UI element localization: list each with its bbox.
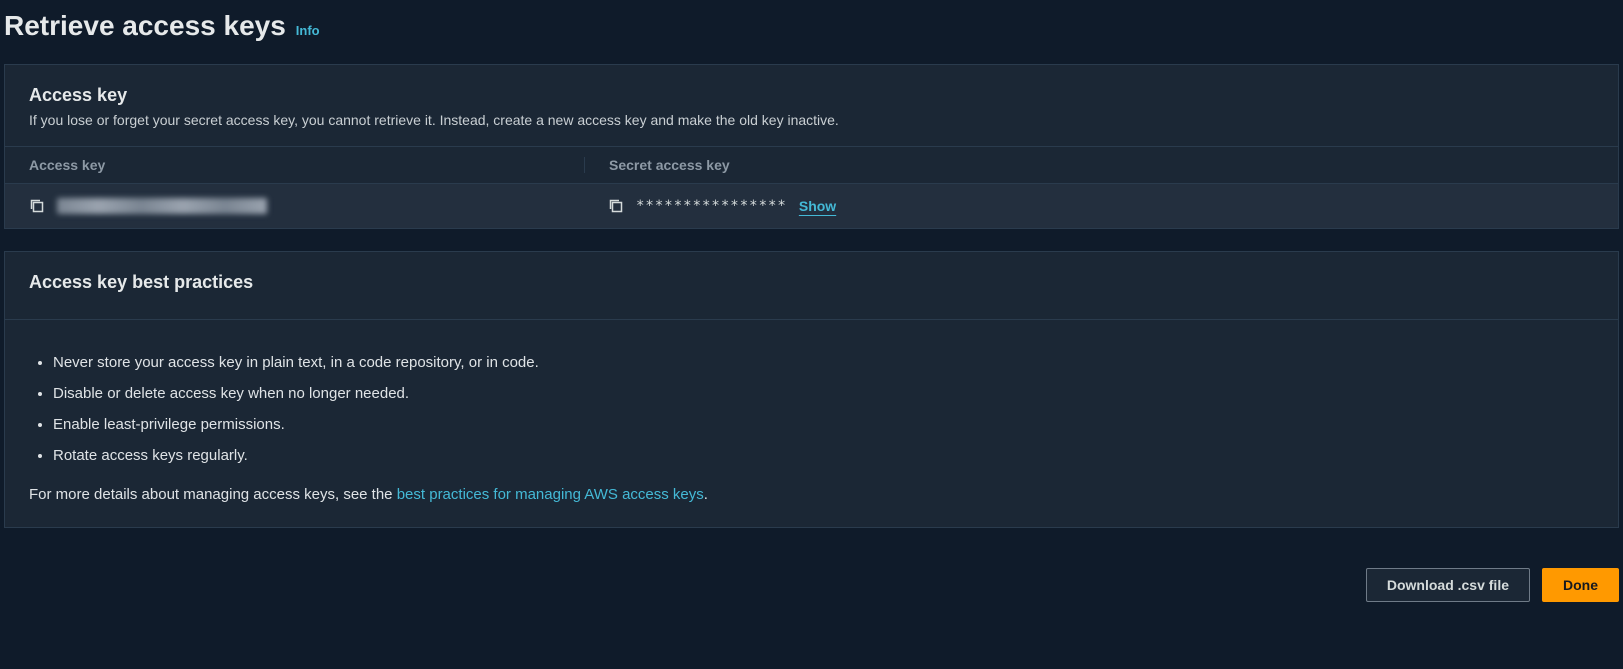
column-header-access-key: Access key xyxy=(29,157,584,173)
show-secret-button[interactable]: Show xyxy=(799,198,836,214)
list-item: Rotate access keys regularly. xyxy=(53,445,1594,466)
done-button[interactable]: Done xyxy=(1542,568,1619,602)
key-columns-header: Access key Secret access key xyxy=(5,147,1618,184)
best-practices-list: Never store your access key in plain tex… xyxy=(29,352,1594,466)
access-key-panel-header: Access key If you lose or forget your se… xyxy=(5,65,1618,147)
key-row: **************** Show xyxy=(5,184,1618,228)
best-practices-panel: Access key best practices Never store yo… xyxy=(4,251,1619,528)
access-key-cell xyxy=(29,198,584,214)
list-item: Enable least-privilege permissions. xyxy=(53,414,1594,435)
secret-key-cell: **************** Show xyxy=(584,198,1594,214)
copy-icon[interactable] xyxy=(29,198,45,214)
page-header: Retrieve access keys Info xyxy=(0,0,1623,64)
best-practices-doc-link[interactable]: best practices for managing AWS access k… xyxy=(397,486,704,503)
best-practices-body: Never store your access key in plain tex… xyxy=(5,320,1618,527)
footer-suffix: . xyxy=(704,486,708,503)
footer-prefix: For more details about managing access k… xyxy=(29,486,397,503)
list-item: Disable or delete access key when no lon… xyxy=(53,383,1594,404)
info-link[interactable]: Info xyxy=(296,23,320,38)
best-practices-header: Access key best practices xyxy=(5,252,1618,320)
page-title: Retrieve access keys xyxy=(4,10,286,42)
best-practices-title: Access key best practices xyxy=(29,272,1594,293)
secret-key-masked-value: **************** xyxy=(636,198,787,214)
copy-icon[interactable] xyxy=(608,198,624,214)
list-item: Never store your access key in plain tex… xyxy=(53,352,1594,373)
access-key-panel-title: Access key xyxy=(29,85,1594,106)
download-csv-button[interactable]: Download .csv file xyxy=(1366,568,1530,602)
access-key-panel: Access key If you lose or forget your se… xyxy=(4,64,1619,229)
footer-actions: Download .csv file Done xyxy=(0,558,1623,602)
access-key-value-redacted xyxy=(57,198,267,214)
column-header-secret-key: Secret access key xyxy=(584,157,1594,173)
access-key-panel-desc: If you lose or forget your secret access… xyxy=(29,112,1594,128)
best-practices-footer-text: For more details about managing access k… xyxy=(29,486,1594,503)
